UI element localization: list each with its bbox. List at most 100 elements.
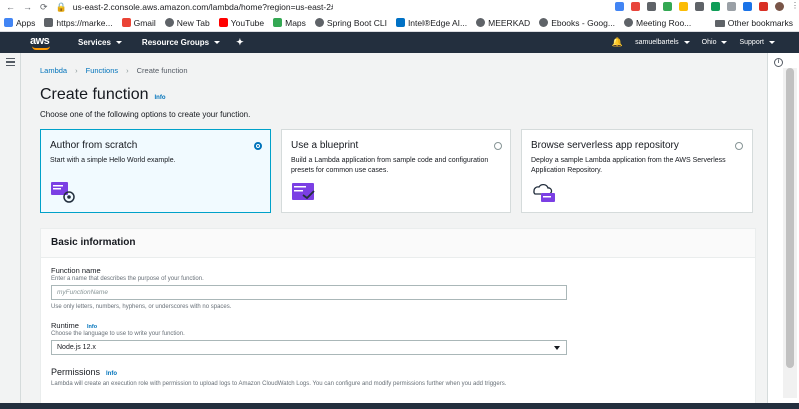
option-serverless-repo[interactable]: Browse serverless app repository Deploy … — [521, 129, 753, 213]
menu-kebab-icon[interactable]: ⋮ — [791, 2, 799, 11]
option-title: Use a blueprint — [291, 140, 359, 151]
other-bookmarks[interactable]: Other bookmarks — [714, 18, 793, 28]
extension-icon[interactable] — [743, 2, 752, 11]
forward-icon[interactable]: → — [23, 2, 32, 12]
runtime-hint: Choose the language to use to write your… — [51, 331, 185, 337]
permissions-hint: Lambda will create an execution role wit… — [51, 381, 507, 387]
extension-icon[interactable] — [631, 2, 640, 11]
option-title: Browse serverless app repository — [531, 140, 679, 151]
profile-avatar[interactable] — [775, 2, 784, 11]
bookmarks-bar: Apps https://marke... Gmail New Tab YouT… — [0, 14, 799, 32]
caret-down-icon — [769, 40, 775, 44]
breadcrumb-functions[interactable]: Functions — [86, 66, 119, 75]
extension-icon[interactable] — [615, 2, 624, 11]
aws-smile-icon — [32, 46, 50, 50]
blueprint-icon — [292, 183, 315, 200]
maps-icon — [273, 18, 283, 27]
extension-icon[interactable] — [727, 2, 736, 11]
function-name-rules: Use only letters, numbers, hyphens, or u… — [51, 304, 232, 310]
page-title: Create function — [40, 86, 149, 103]
resource-groups-menu[interactable]: Resource Groups — [142, 38, 221, 47]
option-description: Start with a simple Hello World example. — [50, 157, 176, 164]
extension-icon[interactable] — [679, 2, 688, 11]
apps-icon — [4, 18, 13, 27]
intel-icon — [395, 18, 405, 27]
panel-heading: Basic information — [41, 229, 755, 258]
permissions-row: Permissions Info — [51, 367, 117, 377]
aws-logo[interactable]: aws — [30, 35, 56, 50]
bookmark-item[interactable]: Spring Boot CLI — [314, 18, 387, 28]
bookmark-item[interactable]: Meeting Roo... — [623, 18, 691, 28]
radio-unselected[interactable] — [494, 142, 502, 150]
globe-icon — [164, 18, 174, 27]
extension-icon[interactable] — [695, 2, 704, 11]
services-menu[interactable]: Services — [78, 38, 122, 47]
pin-icon[interactable]: ✦ — [236, 37, 244, 48]
globe-icon — [476, 18, 486, 27]
option-title: Author from scratch — [50, 140, 138, 151]
extension-icon[interactable] — [663, 2, 672, 11]
caret-down-icon — [721, 40, 728, 44]
function-name-input[interactable]: myFunctionName — [51, 285, 567, 300]
page-subtitle: Choose one of the following options to c… — [40, 110, 251, 119]
gmail-icon — [121, 18, 131, 27]
caret-down-icon — [683, 40, 690, 44]
option-use-blueprint[interactable]: Use a blueprint Build a Lambda applicati… — [281, 129, 511, 213]
bookmark-item[interactable]: https://marke... — [44, 18, 113, 28]
breadcrumb-current: Create function — [136, 66, 188, 75]
runtime-value: Node.js 12.x — [57, 344, 96, 351]
bookmark-item[interactable]: Intel®Edge AI... — [395, 18, 467, 28]
runtime-label-row: Runtime Info — [51, 321, 97, 330]
extensions-area: ⋮ — [615, 2, 799, 11]
bookmark-item[interactable]: MEERKAD — [476, 18, 530, 28]
info-icon[interactable]: i — [774, 58, 783, 67]
extension-icon[interactable] — [647, 2, 656, 11]
extension-icon[interactable] — [711, 2, 720, 11]
cloud-repo-icon — [533, 183, 555, 202]
radio-unselected[interactable] — [735, 142, 743, 150]
console-footer — [0, 403, 799, 409]
account-menu[interactable]: samuelbartels — [635, 39, 690, 46]
scrollbar-thumb[interactable] — [786, 68, 794, 368]
dropdown-arrow-icon — [554, 346, 560, 350]
globe-icon — [539, 18, 549, 27]
runtime-select[interactable]: Node.js 12.x — [51, 340, 567, 355]
bookmark-item[interactable]: Gmail — [121, 18, 156, 28]
aws-navbar: aws Services Resource Groups ✦ 🔔 samuelb… — [0, 32, 799, 53]
support-menu[interactable]: Support — [739, 39, 775, 46]
bookmark-item[interactable]: Maps — [273, 18, 306, 28]
reload-icon[interactable]: ⟳ — [40, 2, 48, 13]
globe-icon — [314, 18, 324, 27]
globe-icon — [623, 18, 633, 27]
browser-toolbar: ← → ⟳ 🔒 us-east-2.console.aws.amazon.com… — [0, 0, 799, 14]
lock-icon[interactable]: 🔒 — [56, 2, 67, 13]
extension-icon[interactable] — [759, 2, 768, 11]
option-author-from-scratch[interactable]: Author from scratch Start with a simple … — [40, 129, 271, 213]
radio-selected[interactable] — [254, 142, 262, 150]
bookmark-apps[interactable]: Apps — [4, 18, 35, 28]
breadcrumb: Lambda › Functions › Create function — [40, 66, 188, 75]
menu-hamburger-icon[interactable] — [6, 58, 15, 66]
globe-icon — [44, 18, 54, 27]
caret-down-icon — [115, 41, 122, 44]
option-description: Build a Lambda application from sample c… — [291, 157, 489, 174]
chevron-right-icon: › — [126, 66, 129, 75]
permissions-info-link[interactable]: Info — [106, 371, 117, 377]
bookmark-item[interactable]: YouTube — [218, 18, 264, 28]
scrollbar[interactable] — [783, 68, 797, 398]
back-icon[interactable]: ← — [6, 2, 15, 12]
code-gear-icon — [51, 182, 75, 203]
option-description: Deploy a sample Lambda application from … — [531, 157, 726, 174]
breadcrumb-lambda[interactable]: Lambda — [40, 66, 67, 75]
folder-icon — [714, 19, 725, 27]
bookmark-item[interactable]: Ebooks - Goog... — [539, 18, 615, 28]
bell-icon[interactable]: 🔔 — [612, 37, 623, 48]
page-title-row: Create function Info — [40, 86, 166, 104]
region-menu[interactable]: Ohio — [702, 39, 728, 46]
runtime-label: Runtime — [51, 321, 79, 330]
bookmark-item[interactable]: New Tab — [164, 18, 210, 28]
runtime-info-link[interactable]: Info — [87, 324, 97, 330]
address-bar[interactable]: us-east-2.console.aws.amazon.com/lambda/… — [73, 2, 333, 12]
permissions-label: Permissions — [51, 367, 101, 377]
info-link[interactable]: Info — [155, 95, 166, 101]
